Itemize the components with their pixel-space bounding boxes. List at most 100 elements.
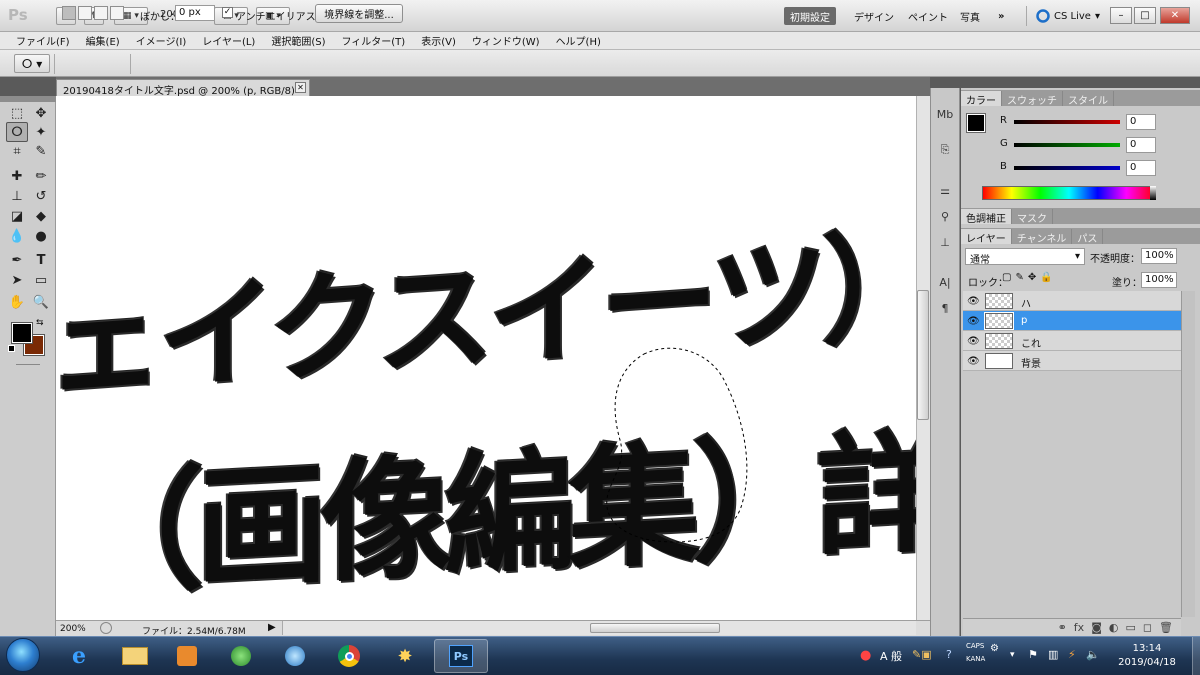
dodge-tool-icon[interactable]: ● [30, 226, 52, 246]
path-selection-tool-icon[interactable]: ➤ [6, 270, 28, 290]
eye-icon[interactable]: 👁 [967, 336, 980, 347]
move-tool-icon[interactable]: ✥ [30, 103, 52, 123]
workspace-essentials[interactable]: 初期設定 [784, 7, 836, 25]
paint-bucket-tool-icon[interactable]: ◆ [30, 206, 52, 226]
new-layer-icon[interactable]: ◻ [1143, 621, 1152, 634]
photoshop-taskbar-icon[interactable]: Ps [434, 639, 488, 673]
more-workspaces-button[interactable]: » [992, 7, 1010, 25]
status-info-icon[interactable] [100, 622, 112, 634]
close-document-icon[interactable]: ✕ [295, 82, 306, 93]
add-to-selection-mode-icon[interactable] [78, 6, 92, 20]
tray-expand-icon[interactable]: ▾ [1010, 650, 1015, 660]
restore-button[interactable]: □ [1134, 7, 1156, 24]
tab-swatches[interactable]: スウォッチ [1002, 91, 1063, 107]
tab-channels[interactable]: チャンネル [1012, 229, 1073, 245]
app-launcher-icon[interactable]: ✸ [378, 639, 432, 673]
crop-tool-icon[interactable]: ⌗ [6, 141, 28, 161]
new-group-icon[interactable]: ▭ [1125, 621, 1135, 634]
ime-help-icon[interactable]: ? [946, 648, 952, 661]
taskbar-clock[interactable]: 13:14 2019/04/18 [1104, 642, 1190, 670]
red-slider[interactable] [1014, 120, 1120, 124]
menu-layer[interactable]: レイヤー(L) [194, 33, 263, 48]
workspace-design[interactable]: デザイン [848, 7, 900, 25]
document-tab[interactable]: 20190418タイトル文字.psd @ 200% (p, RGB/8) [56, 79, 310, 96]
cs-live-button[interactable]: CS Live ▾ [1036, 7, 1100, 25]
foreground-color-swatch[interactable] [11, 322, 33, 344]
type-tool-icon[interactable]: T [30, 250, 52, 270]
tab-adjustments[interactable]: 色調補正 [961, 209, 1012, 225]
opacity-input[interactable]: 100% [1141, 248, 1177, 264]
new-selection-mode-icon[interactable] [62, 6, 76, 20]
rectangle-shape-tool-icon[interactable]: ▭ [30, 270, 52, 290]
zoom-tool-icon[interactable]: 🔍 [30, 292, 52, 312]
lasso-tool-icon[interactable]: ⵔ [6, 122, 28, 142]
ime-mode-indicator[interactable]: A 般 [880, 648, 902, 664]
ime-pad-icon[interactable]: ● [860, 648, 871, 663]
tab-layers[interactable]: レイヤー [961, 229, 1012, 245]
start-button-icon[interactable] [6, 638, 40, 672]
blend-mode-select[interactable]: 通常 ▾ [965, 248, 1085, 266]
vertical-scroll-thumb[interactable] [917, 290, 929, 420]
lock-icons[interactable]: ▢✎✥🔒 [1002, 272, 1057, 283]
menu-select[interactable]: 選択範囲(S) [263, 33, 333, 48]
feather-input[interactable]: 0 px [175, 5, 215, 21]
menu-filter[interactable]: フィルター(T) [333, 33, 413, 48]
internet-explorer-icon[interactable]: e [52, 639, 106, 673]
character-panel-icon[interactable]: A| [934, 272, 956, 292]
red-value-input[interactable]: 0 [1126, 114, 1156, 130]
intersect-selection-mode-icon[interactable] [110, 6, 124, 20]
layer-row[interactable]: 👁 これ [963, 331, 1181, 351]
volume-icon[interactable]: 🔈 [1086, 648, 1100, 661]
blue-slider[interactable] [1014, 166, 1120, 170]
rectangular-marquee-tool-icon[interactable]: ⬚ [6, 103, 28, 123]
eye-icon[interactable]: 👁 [967, 316, 980, 327]
subtract-from-selection-mode-icon[interactable] [94, 6, 108, 20]
history-brush-tool-icon[interactable]: ↺ [30, 186, 52, 206]
fill-input[interactable]: 100% [1141, 272, 1177, 288]
brush-presets-panel-icon[interactable]: ⚌ [934, 180, 956, 200]
chrome-icon[interactable] [322, 639, 376, 673]
explorer-folder-icon[interactable] [108, 639, 162, 673]
layer-row[interactable]: 👁 背景 [963, 351, 1181, 371]
horizontal-scroll-thumb[interactable] [590, 623, 720, 633]
menu-window[interactable]: ウィンドウ(W) [464, 33, 548, 48]
link-layers-icon[interactable]: ⚭ [1058, 621, 1067, 634]
close-window-button[interactable]: ✕ [1160, 7, 1190, 24]
document-canvas[interactable]: ェイクスイーツ）の （画像編集）詳 [56, 96, 916, 620]
clone-stamp-tool-icon[interactable]: ⊥ [6, 186, 28, 206]
layer-row[interactable]: 👁 p [963, 311, 1181, 331]
color-ramp[interactable] [982, 186, 1156, 200]
pen-tool-icon[interactable]: ✒ [6, 250, 28, 270]
layers-scrollbar[interactable] [1181, 291, 1195, 617]
workspace-photo[interactable]: 写真 [954, 7, 986, 25]
blue-value-input[interactable]: 0 [1126, 160, 1156, 176]
remote-app-icon[interactable] [268, 639, 322, 673]
action-center-flag-icon[interactable]: ⚑ [1028, 648, 1038, 661]
eye-icon[interactable]: 👁 [967, 296, 980, 307]
eraser-tool-icon[interactable]: ◪ [6, 206, 28, 226]
network-icon[interactable]: ▥ [1048, 648, 1058, 661]
menu-image[interactable]: イメージ(I) [128, 33, 195, 48]
menu-help[interactable]: ヘルプ(H) [548, 33, 609, 48]
show-desktop-button[interactable] [1192, 637, 1200, 675]
blur-tool-icon[interactable]: 💧 [6, 226, 28, 246]
add-mask-icon[interactable]: ◙ [1091, 621, 1102, 634]
eye-icon[interactable]: 👁 [967, 356, 980, 367]
tab-color[interactable]: カラー [961, 91, 1002, 107]
ime-tools-icon[interactable]: ✎▣ [912, 648, 932, 661]
layer-row[interactable]: 👁 ハ [963, 291, 1181, 311]
mini-bridge-panel-icon[interactable]: Mb [934, 104, 956, 124]
menu-file[interactable]: ファイル(F) [8, 33, 78, 48]
paragraph-panel-icon[interactable]: ¶ [934, 298, 956, 318]
color-panel-foreground-swatch[interactable] [966, 113, 986, 133]
layer-style-icon[interactable]: fx [1074, 621, 1084, 634]
lasso-selection-marquee[interactable] [604, 344, 754, 546]
refine-edge-button[interactable]: 境界線を調整... [315, 4, 403, 23]
green-value-input[interactable]: 0 [1126, 137, 1156, 153]
media-player-icon[interactable] [160, 639, 214, 673]
color-ramp-grayscale[interactable] [1150, 186, 1156, 200]
tab-masks[interactable]: マスク [1012, 209, 1053, 225]
menu-edit[interactable]: 編集(E) [78, 33, 128, 48]
status-zoom[interactable]: 200% [60, 624, 86, 634]
workspace-paint[interactable]: ペイント [902, 7, 954, 25]
